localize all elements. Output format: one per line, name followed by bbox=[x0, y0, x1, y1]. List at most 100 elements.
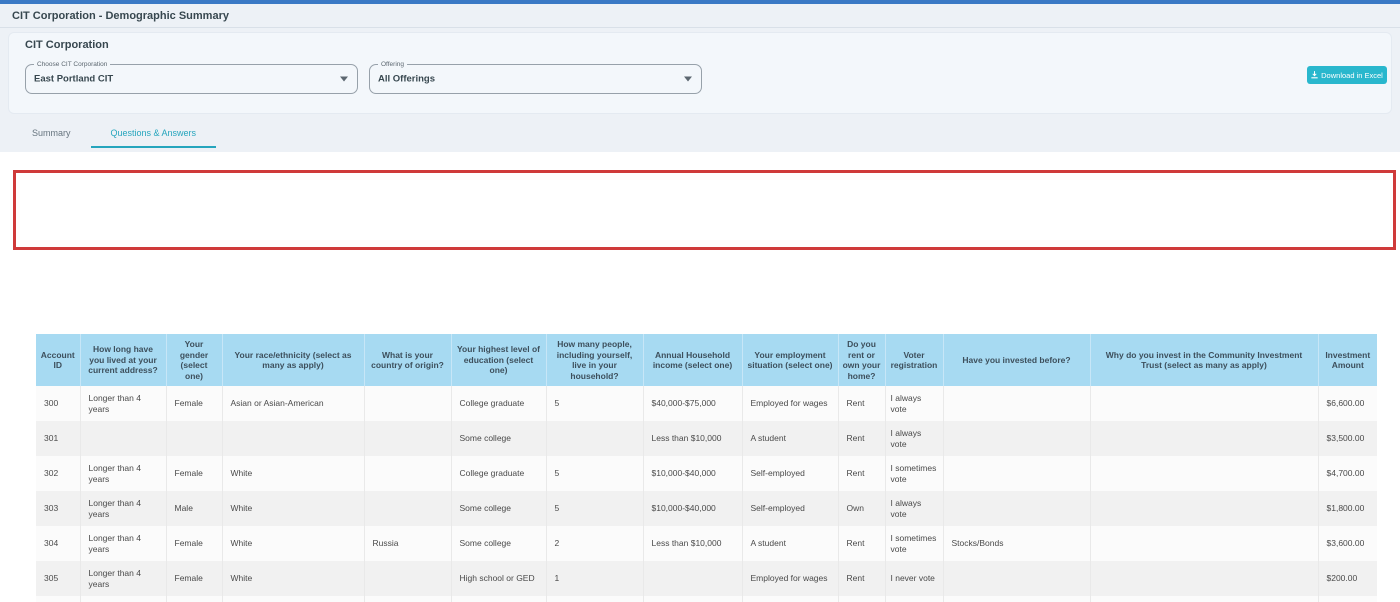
table-cell: A student bbox=[742, 421, 838, 456]
table-cell: Female bbox=[166, 456, 222, 491]
tab-questions-answers[interactable]: Questions & Answers bbox=[91, 120, 217, 148]
table-cell bbox=[1090, 561, 1318, 596]
table-cell: Russia bbox=[364, 526, 451, 561]
download-excel-button[interactable]: Download in Excel bbox=[1307, 66, 1387, 84]
chevron-down-icon bbox=[340, 77, 348, 82]
table-cell: $3,600.00 bbox=[1318, 526, 1377, 561]
table-cell: $200.00 bbox=[1318, 561, 1377, 596]
table-cell bbox=[1090, 421, 1318, 456]
table-cell bbox=[943, 596, 1090, 602]
chevron-down-icon bbox=[684, 77, 692, 82]
cit-corporation-select-value: East Portland CIT bbox=[34, 74, 113, 85]
table-cell bbox=[364, 491, 451, 526]
table-cell: Own bbox=[838, 491, 885, 526]
offering-select[interactable]: Offering All Offerings bbox=[369, 64, 702, 94]
table-cell: 1 bbox=[546, 596, 643, 602]
table-cell bbox=[943, 561, 1090, 596]
column-header: How many people, including yourself, liv… bbox=[546, 334, 643, 386]
table-cell: Some college bbox=[451, 491, 546, 526]
card-heading: CIT Corporation bbox=[25, 39, 109, 51]
download-icon bbox=[1311, 71, 1318, 79]
table-cell: I always vote bbox=[885, 491, 943, 526]
table-cell: 2-4 years bbox=[80, 596, 166, 602]
column-header: Annual Household income (select one) bbox=[643, 334, 742, 386]
table-cell: 301 bbox=[36, 421, 80, 456]
table-cell bbox=[1090, 456, 1318, 491]
table-cell: 5 bbox=[546, 456, 643, 491]
table-cell bbox=[1090, 526, 1318, 561]
table-cell: 303 bbox=[36, 491, 80, 526]
table-cell: Rent bbox=[838, 596, 885, 602]
table-cell: Longer than 4 years bbox=[80, 491, 166, 526]
table-cell bbox=[222, 421, 364, 456]
table-cell: I always vote bbox=[885, 421, 943, 456]
table-cell: Self-employed bbox=[742, 456, 838, 491]
table-body: 300Longer than 4 yearsFemaleAsian or Asi… bbox=[36, 386, 1377, 602]
table-cell: I sometimes vote bbox=[885, 526, 943, 561]
table-cell: Less than $10,000 bbox=[643, 421, 742, 456]
content-panel: Account IDHow long have you lived at you… bbox=[0, 152, 1400, 602]
table-cell: Longer than 4 years bbox=[80, 456, 166, 491]
table-cell: I always vote bbox=[885, 386, 943, 421]
table-cell: 5 bbox=[546, 386, 643, 421]
table-cell bbox=[943, 491, 1090, 526]
table-cell: 306 bbox=[36, 596, 80, 602]
table-cell bbox=[943, 421, 1090, 456]
table-cell bbox=[80, 421, 166, 456]
table-cell bbox=[643, 561, 742, 596]
page-title: CIT Corporation - Demographic Summary bbox=[12, 10, 229, 22]
table-cell: $40,000-$75,000 bbox=[643, 386, 742, 421]
table-cell: Longer than 4 years bbox=[80, 386, 166, 421]
table-row: 3062-4 yearsMaleBlack of African-America… bbox=[36, 596, 1377, 602]
table-cell: I never vote bbox=[885, 561, 943, 596]
table-row: 303Longer than 4 yearsMaleWhite Some coll… bbox=[36, 491, 1377, 526]
table-cell: Male bbox=[166, 491, 222, 526]
table-cell: 300 bbox=[36, 386, 80, 421]
filter-card: CIT Corporation Choose CIT Corporation E… bbox=[8, 32, 1392, 114]
tab-bar: Summary Questions & Answers bbox=[12, 120, 216, 150]
column-header: What is your country of origin? bbox=[364, 334, 451, 386]
column-header: Voter registration bbox=[885, 334, 943, 386]
table-cell: White bbox=[222, 491, 364, 526]
table-cell: Male bbox=[166, 596, 222, 602]
table-cell: Female bbox=[166, 561, 222, 596]
table-cell: Rent bbox=[838, 386, 885, 421]
table-cell: 5 bbox=[546, 491, 643, 526]
table-cell: 1 bbox=[546, 561, 643, 596]
table-cell: 302 bbox=[36, 456, 80, 491]
table-cell bbox=[1090, 386, 1318, 421]
table-cell: College graduate bbox=[451, 456, 546, 491]
table-cell bbox=[364, 421, 451, 456]
table-cell bbox=[1090, 596, 1318, 602]
offering-select-value: All Offerings bbox=[378, 74, 435, 85]
table-cell: $4,700.00 bbox=[1318, 456, 1377, 491]
column-header: Why do you invest in the Community Inves… bbox=[1090, 334, 1318, 386]
table-cell: White bbox=[222, 456, 364, 491]
table-cell: $10,000-$40,000 bbox=[643, 491, 742, 526]
cit-corporation-select[interactable]: Choose CIT Corporation East Portland CIT bbox=[25, 64, 358, 94]
table-cell: Employed for wages bbox=[742, 386, 838, 421]
table-cell bbox=[943, 386, 1090, 421]
demographic-table: Account IDHow long have you lived at you… bbox=[36, 334, 1377, 602]
table-header-row: Account IDHow long have you lived at you… bbox=[36, 334, 1377, 386]
table-cell: A student bbox=[742, 526, 838, 561]
table-cell: Some college bbox=[451, 526, 546, 561]
column-header: Your gender (select one) bbox=[166, 334, 222, 386]
table-cell: $10,000-$40,000 bbox=[643, 456, 742, 491]
table-cell bbox=[546, 421, 643, 456]
table-cell bbox=[364, 386, 451, 421]
column-header: Have you invested before? bbox=[943, 334, 1090, 386]
tab-summary[interactable]: Summary bbox=[12, 120, 91, 148]
table-cell: Asian or Asian-American bbox=[222, 386, 364, 421]
table-cell: White bbox=[222, 561, 364, 596]
table-cell: Some college bbox=[451, 596, 546, 602]
table-cell: 305 bbox=[36, 561, 80, 596]
column-header: Investment Amount bbox=[1318, 334, 1377, 386]
column-header: Your highest level of education (select … bbox=[451, 334, 546, 386]
table-row: 300Longer than 4 yearsFemaleAsian or Asi… bbox=[36, 386, 1377, 421]
table-row: 304Longer than 4 yearsFemaleWhiteRussiaS… bbox=[36, 526, 1377, 561]
table-cell bbox=[364, 561, 451, 596]
table-cell: Stocks/Bonds bbox=[943, 526, 1090, 561]
table-cell: $6,600.00 bbox=[1318, 386, 1377, 421]
cit-corporation-select-label: Choose CIT Corporation bbox=[34, 61, 110, 68]
